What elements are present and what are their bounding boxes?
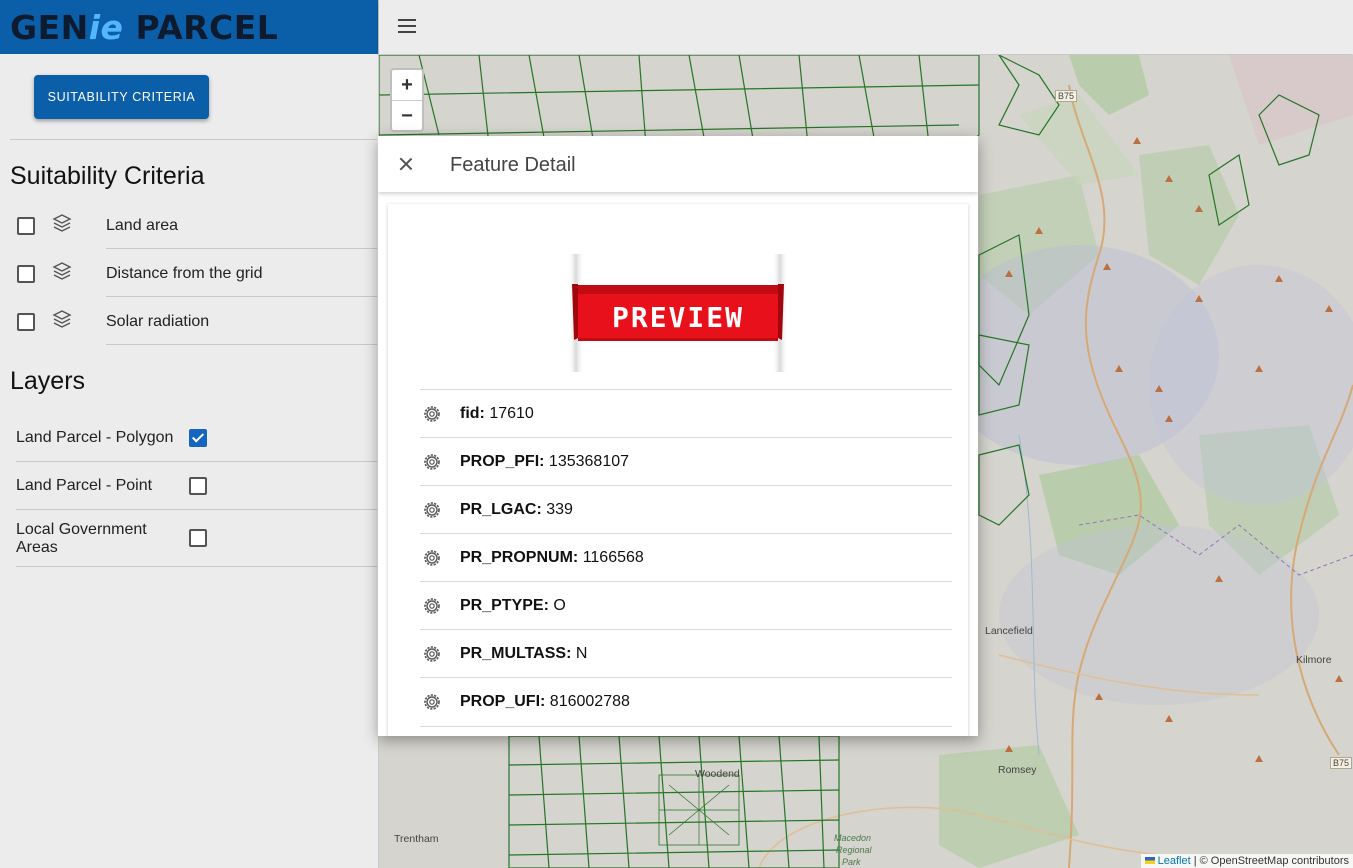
attribute-key: PR_PTYPE: O (460, 597, 566, 614)
map-attribution: Leaflet | © OpenStreetMap contributors (1140, 854, 1353, 868)
layer-row-point: Land Parcel - Point (16, 462, 377, 510)
gear-icon (424, 406, 440, 422)
town-label: Woodend (695, 768, 740, 780)
road-badge: B75 (1055, 90, 1078, 102)
divider (16, 566, 377, 567)
town-label: Trentham (394, 833, 439, 845)
layer-label: Land Parcel - Polygon (16, 429, 174, 446)
attribute-key: fid: 17610 (460, 405, 534, 422)
attribute-row: fid: 17610 (420, 389, 952, 438)
distance-grid-checkbox[interactable] (17, 265, 35, 283)
brand-bar: GENie PARCEL (0, 0, 378, 54)
flag-icon (1144, 857, 1155, 864)
criteria-label: Solar radiation (106, 313, 210, 330)
park-label: Regional (836, 845, 872, 855)
land-parcel-polygon-checkbox[interactable] (189, 429, 207, 447)
app-logo: GENie PARCEL (10, 8, 279, 47)
attribute-value: 816002788 (549, 693, 630, 710)
layer-label: Land Parcel - Point (16, 477, 153, 494)
layers-icon[interactable] (52, 309, 72, 329)
gear-icon (424, 598, 440, 614)
layer-label: Local Government Areas (16, 521, 147, 556)
solar-radiation-checkbox[interactable] (17, 313, 35, 331)
criteria-row-solar-radiation: Solar radiation (0, 297, 378, 345)
leaflet-link[interactable]: Leaflet (1158, 855, 1191, 867)
town-label: Lancefield (985, 625, 1033, 637)
dialog-title: Feature Detail (450, 154, 576, 176)
divider (106, 344, 377, 345)
land-area-checkbox[interactable] (17, 217, 35, 235)
attribute-value: 1166568 (582, 549, 644, 566)
top-app-bar (379, 0, 1353, 54)
zoom-control: + − (390, 68, 424, 132)
layers-icon[interactable] (52, 213, 72, 233)
park-label: Park (842, 857, 861, 867)
attribute-key: PROP_UFI: 816002788 (460, 693, 630, 710)
criteria-row-land-area: Land area (0, 201, 378, 249)
attribute-value: N (575, 645, 588, 662)
attribute-value: 135368107 (548, 453, 630, 470)
attribute-row: PR_PROPNUM: 1166568 (420, 533, 952, 582)
attribute-row: PROP_PFI: 135368107 (420, 437, 952, 486)
attribute-key: PR_LGAC: 339 (460, 501, 573, 518)
zoom-in-button[interactable]: + (392, 70, 422, 101)
attribute-key: PR_PROPNUM: 1166568 (460, 549, 644, 566)
feature-detail-dialog: Feature Detail PREVIEW fid: 17610 PROP_P… (378, 136, 978, 736)
gear-icon (424, 646, 440, 662)
layers-icon[interactable] (52, 261, 72, 281)
attribute-row: PR_MULTASS: N (420, 629, 952, 678)
attribute-key: PR_MULTASS: N (460, 645, 588, 662)
attribute-row: PR_PTYPE: O (420, 581, 952, 630)
road-badge: B75 (1330, 757, 1353, 769)
preview-image: PREVIEW (568, 254, 788, 372)
gear-icon (424, 454, 440, 470)
attribute-value: 17610 (489, 405, 534, 422)
criteria-label: Land area (106, 217, 179, 234)
town-label: Kilmore (1296, 654, 1332, 666)
town-label: Romsey (998, 764, 1037, 776)
preview-label: PREVIEW (612, 301, 744, 334)
attribution-text: | © OpenStreetMap contributors (1190, 855, 1349, 867)
layer-row-lga: Local Government Areas (16, 510, 377, 567)
gear-icon (424, 550, 440, 566)
attribute-row: PR_LGAC: 339 (420, 485, 952, 534)
dialog-header: Feature Detail (378, 136, 978, 192)
criteria-row-distance-grid: Distance from the grid (0, 249, 378, 297)
criteria-heading: Suitability Criteria (10, 162, 205, 190)
menu-icon[interactable] (398, 19, 416, 33)
attribute-value: O (553, 597, 566, 614)
feature-card: PREVIEW fid: 17610 PROP_PFI: 135368107 P… (388, 204, 968, 736)
park-label: Macedon (834, 833, 872, 843)
divider (10, 139, 377, 140)
attribute-key: PROP_PFI: 135368107 (460, 453, 630, 470)
suitability-criteria-button[interactable]: SUITABILITY CRITERIA (34, 75, 209, 119)
attribute-row: PROP_UFI: 816002788 (420, 677, 952, 727)
attribute-value: 339 (546, 501, 573, 518)
close-icon[interactable] (398, 156, 414, 172)
zoom-out-button[interactable]: − (392, 101, 422, 131)
land-parcel-point-checkbox[interactable] (189, 477, 207, 495)
gear-icon (424, 694, 440, 710)
local-government-areas-checkbox[interactable] (189, 529, 207, 547)
gear-icon (424, 502, 440, 518)
layer-row-polygon: Land Parcel - Polygon (16, 414, 377, 462)
layers-heading: Layers (10, 367, 86, 395)
sidebar: GENie PARCEL SUITABILITY CRITERIA Suitab… (0, 0, 379, 868)
criteria-label: Distance from the grid (106, 265, 263, 282)
